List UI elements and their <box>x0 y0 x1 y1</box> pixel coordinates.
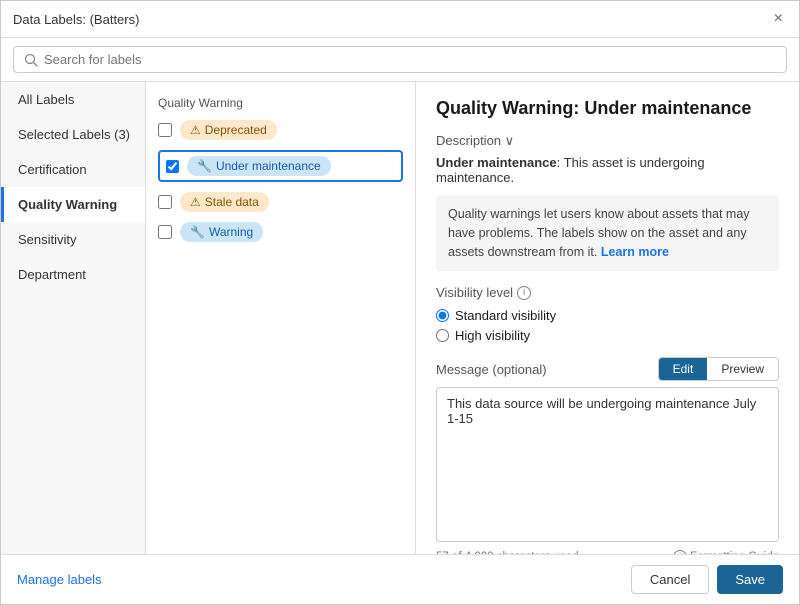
close-button[interactable]: × <box>770 9 787 29</box>
high-visibility-radio[interactable] <box>436 329 449 342</box>
description-content: Under maintenance: This asset is undergo… <box>436 155 779 185</box>
main-content: All Labels Selected Labels (3) Certifica… <box>1 82 799 554</box>
warning-label: Warning <box>209 225 253 239</box>
warning-chip[interactable]: 🔧 Warning <box>180 222 263 242</box>
sidebar-item-sensitivity[interactable]: Sensitivity <box>1 222 145 257</box>
warning-icon: 🔧 <box>190 225 205 239</box>
list-item: 🔧 Warning <box>158 222 403 242</box>
message-tab-group: Edit Preview <box>658 357 779 381</box>
high-visibility-row: High visibility <box>436 328 779 343</box>
dialog-title: Data Labels: (Batters) <box>13 12 139 27</box>
stale-checkbox[interactable] <box>158 195 172 209</box>
middle-section-label: Quality Warning <box>158 96 403 110</box>
deprecated-checkbox[interactable] <box>158 123 172 137</box>
description-toggle[interactable]: Description ∨ <box>436 133 779 149</box>
dialog-footer: Manage labels Cancel Save <box>1 554 799 604</box>
sidebar-item-selected-labels[interactable]: Selected Labels (3) <box>1 117 145 152</box>
visibility-label: Visibility level <box>436 285 513 300</box>
search-icon <box>24 53 38 67</box>
info-text: Quality warnings let users know about as… <box>448 207 750 259</box>
dialog: Data Labels: (Batters) × All Labels Sele… <box>0 0 800 605</box>
maintenance-icon: 🔧 <box>197 159 212 173</box>
title-bar: Data Labels: (Batters) × <box>1 1 799 38</box>
stale-chip[interactable]: ⚠ Stale data <box>180 192 269 212</box>
message-textarea[interactable]: This data source will be undergoing main… <box>436 387 779 542</box>
search-bar <box>1 38 799 82</box>
standard-visibility-radio[interactable] <box>436 309 449 322</box>
detail-title: Quality Warning: Under maintenance <box>436 98 779 119</box>
middle-panel: Quality Warning ⚠ Deprecated 🔧 Under <box>146 82 416 554</box>
deprecated-chip[interactable]: ⚠ Deprecated <box>180 120 277 140</box>
learn-more-link[interactable]: Learn more <box>601 245 669 259</box>
visibility-info-icon[interactable]: i <box>517 286 531 300</box>
cancel-button[interactable]: Cancel <box>631 565 709 594</box>
sidebar-item-department[interactable]: Department <box>1 257 145 292</box>
message-header: Message (optional) Edit Preview <box>436 357 779 381</box>
stale-label: Stale data <box>205 195 259 209</box>
list-item: ⚠ Deprecated <box>158 120 403 140</box>
search-input-wrap <box>13 46 787 73</box>
message-section: Message (optional) Edit Preview This dat… <box>436 357 779 554</box>
standard-visibility-row: Standard visibility <box>436 308 779 323</box>
deprecated-label: Deprecated <box>205 123 267 137</box>
list-item: ⚠ Stale data <box>158 192 403 212</box>
info-box: Quality warnings let users know about as… <box>436 195 779 271</box>
manage-labels-link[interactable]: Manage labels <box>17 572 102 587</box>
tab-preview[interactable]: Preview <box>707 358 778 380</box>
description-bold: Under maintenance <box>436 155 557 170</box>
save-button[interactable]: Save <box>717 565 783 594</box>
maintenance-chip[interactable]: 🔧 Under maintenance <box>187 156 331 176</box>
sidebar: All Labels Selected Labels (3) Certifica… <box>1 82 146 554</box>
maintenance-checkbox[interactable] <box>166 160 179 173</box>
visibility-header: Visibility level i <box>436 285 779 300</box>
stale-icon: ⚠ <box>190 195 201 209</box>
high-visibility-label[interactable]: High visibility <box>455 328 530 343</box>
tab-edit[interactable]: Edit <box>659 358 708 380</box>
description-toggle-label: Description ∨ <box>436 133 514 149</box>
right-panel: Quality Warning: Under maintenance Descr… <box>416 82 799 554</box>
deprecated-icon: ⚠ <box>190 123 201 137</box>
sidebar-item-certification[interactable]: Certification <box>1 152 145 187</box>
message-label: Message (optional) <box>436 362 547 377</box>
standard-visibility-label[interactable]: Standard visibility <box>455 308 556 323</box>
maintenance-label: Under maintenance <box>216 159 321 173</box>
sidebar-item-quality-warning[interactable]: Quality Warning <box>1 187 145 222</box>
visibility-section: Visibility level i Standard visibility H… <box>436 285 779 343</box>
footer-right: Cancel Save <box>631 565 783 594</box>
sidebar-item-all-labels[interactable]: All Labels <box>1 82 145 117</box>
list-item: 🔧 Under maintenance <box>158 150 403 182</box>
search-input[interactable] <box>44 52 776 67</box>
warning-checkbox[interactable] <box>158 225 172 239</box>
